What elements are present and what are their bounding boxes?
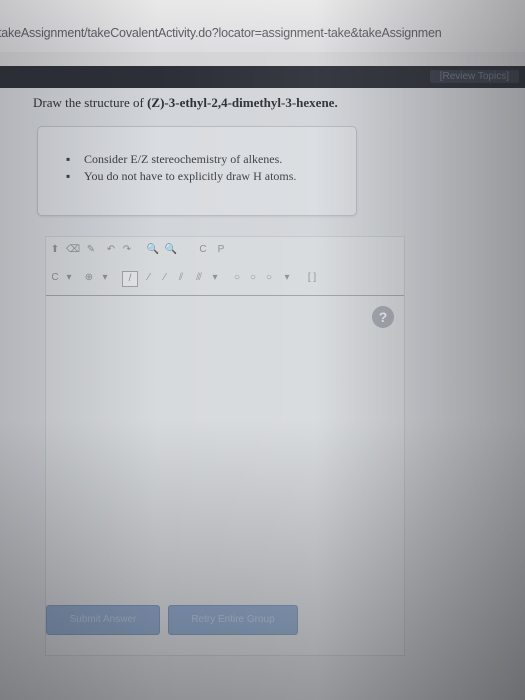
- question-text: Draw the structure of (Z)-3-ethyl-2,4-di…: [33, 95, 338, 111]
- dropdown-arrow-icon[interactable]: ▾: [208, 271, 222, 285]
- retry-group-button[interactable]: Retry Entire Group: [168, 605, 298, 635]
- lasso-icon[interactable]: ↶: [104, 243, 118, 257]
- review-topics-link[interactable]: [Review Topics]: [429, 70, 519, 83]
- select-icon[interactable]: ⬆: [48, 243, 62, 257]
- hash-bond-icon[interactable]: ⁄: [158, 271, 172, 285]
- pencil-icon[interactable]: ✎: [84, 243, 98, 257]
- arrow-icon[interactable]: ↷: [120, 243, 134, 257]
- editor-toolbar-row-2: C ▾ ⊕ ▾ / ⁄ ⁄ ⫽ ⫻ ▾ ○ ○ ○ ▾ [ ]: [46, 269, 404, 289]
- carbon-select-icon[interactable]: C: [48, 271, 62, 285]
- ring-benzene-icon[interactable]: ○: [262, 271, 276, 285]
- single-bond-icon[interactable]: /: [122, 271, 138, 287]
- browser-address-bar[interactable]: takeAssignment/takeCovalentActivity.do?l…: [0, 0, 525, 53]
- wedge-bond-icon[interactable]: ⁄: [142, 271, 156, 285]
- assignment-navbar: [Review Topics]: [0, 66, 525, 88]
- zoom-out-icon[interactable]: 🔍: [164, 243, 178, 257]
- ring-cyclopropane-icon[interactable]: ○: [230, 271, 244, 285]
- zoom-in-icon[interactable]: 🔍: [146, 243, 160, 257]
- c-atom-icon[interactable]: C: [196, 243, 210, 257]
- bullet-icon: ▪: [66, 169, 71, 183]
- double-bond-icon[interactable]: ⫽: [174, 271, 188, 285]
- hint-box: ▪ Consider E/Z stereochemistry of alkenes…: [37, 126, 357, 216]
- bracket-icon[interactable]: [ ]: [302, 271, 322, 285]
- url-text[interactable]: takeAssignment/takeCovalentActivity.do?l…: [0, 26, 442, 40]
- p-atom-icon[interactable]: P: [214, 243, 228, 257]
- eraser-icon[interactable]: ⌫: [66, 243, 80, 257]
- ring-cyclobutane-icon[interactable]: ○: [246, 271, 260, 285]
- dropdown-arrow-icon[interactable]: ▾: [280, 271, 294, 285]
- editor-toolbar-row-1: ⬆ ⌫ ✎ ↶ ↷ 🔍 🔍 C P: [46, 241, 404, 261]
- submit-answer-button[interactable]: Submit Answer: [46, 605, 160, 635]
- question-compound: (Z)-3-ethyl-2,4-dimethyl-3-hexene.: [147, 95, 338, 110]
- question-prefix: Draw the structure of: [33, 95, 148, 110]
- triple-bond-icon[interactable]: ⫻: [192, 271, 206, 285]
- help-icon[interactable]: ?: [372, 306, 394, 328]
- hint-item: ▪ Consider E/Z stereochemistry of alkenes…: [66, 152, 283, 166]
- browser-toolbar-strip: [0, 52, 525, 66]
- dropdown-arrow-icon[interactable]: ▾: [62, 271, 76, 285]
- charge-icon[interactable]: ⊕: [82, 271, 96, 285]
- dropdown-arrow-icon[interactable]: ▾: [98, 271, 112, 285]
- drawing-canvas[interactable]: [46, 296, 404, 655]
- bullet-icon: ▪: [66, 152, 71, 166]
- hint-item: ▪ You do not have to explicitly draw H at…: [66, 169, 297, 183]
- molecule-editor: ⬆ ⌫ ✎ ↶ ↷ 🔍 🔍 C P C ▾ ⊕ ▾ / ⁄ ⁄ ⫽ ⫻ ▾ ○ …: [45, 236, 405, 656]
